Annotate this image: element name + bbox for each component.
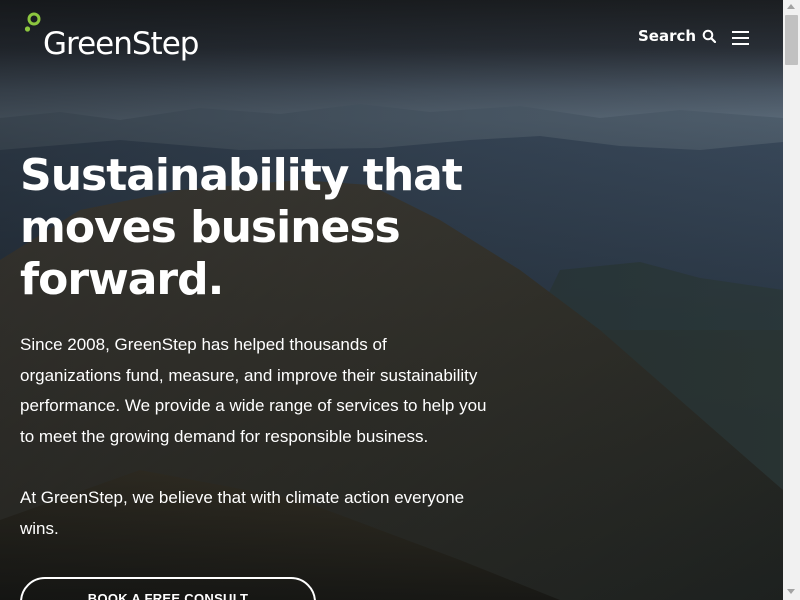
hero-paragraph-belief: At GreenStep, we believe that with clima…: [20, 488, 465, 538]
scroll-down-arrow-icon[interactable]: [787, 589, 795, 594]
search-icon: [702, 29, 717, 43]
book-consult-button[interactable]: BOOK A FREE CONSULT: [20, 577, 316, 600]
scrollbar-thumb[interactable]: [785, 15, 798, 65]
logo-leaf-icon: [24, 12, 41, 32]
logo-wordmark: GreenStep: [43, 26, 199, 62]
hero-paragraph-intro: Since 2008, GreenStep has helped thousan…: [20, 335, 487, 446]
search-label: Search: [638, 27, 697, 45]
hero-title: Sustainability that moves business forwa…: [20, 150, 463, 305]
hero-section: GreenStep Search Sustainability that mov…: [0, 0, 783, 600]
hamburger-menu-icon[interactable]: [732, 31, 750, 45]
search-button[interactable]: Search: [638, 27, 717, 45]
scroll-up-arrow-icon[interactable]: [787, 4, 795, 9]
page-scrollbar[interactable]: [783, 0, 800, 600]
